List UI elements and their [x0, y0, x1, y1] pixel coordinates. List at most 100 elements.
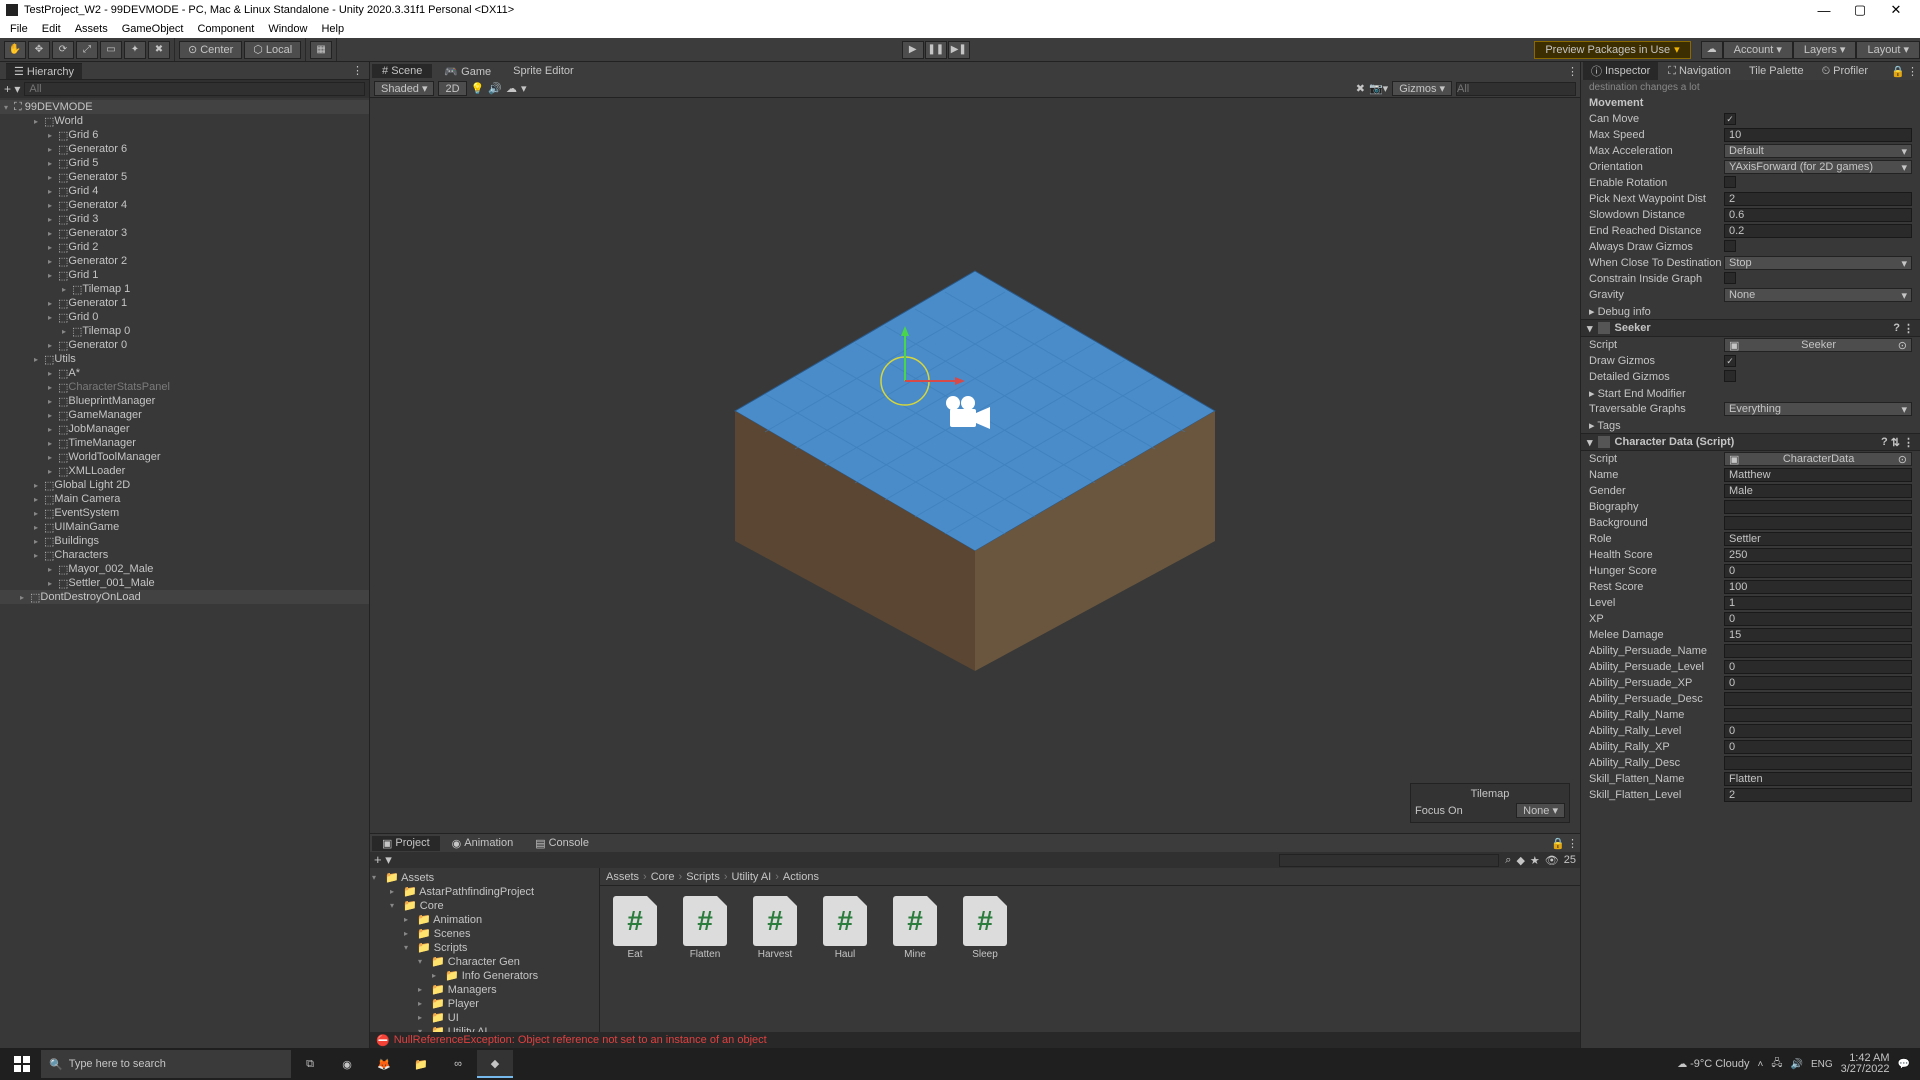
hierarchy-item[interactable]: ▸⬚ BlueprintManager	[0, 394, 369, 408]
hierarchy-scene[interactable]: ▾⛶ 99DEVMODE	[0, 100, 369, 114]
move-tool-button[interactable]: ✥	[28, 41, 50, 59]
layers-dropdown[interactable]: Layers ▾	[1793, 41, 1857, 59]
char-level-input[interactable]	[1724, 596, 1912, 610]
when-close-dropdown[interactable]: Stop▾	[1724, 256, 1912, 270]
menu-edit[interactable]: Edit	[36, 23, 67, 35]
tray-network-icon[interactable]: 🖧	[1771, 1056, 1782, 1073]
tab-scene[interactable]: # Scene	[372, 64, 432, 78]
detailed-gizmos-checkbox[interactable]	[1724, 370, 1736, 382]
gizmos-dropdown[interactable]: Gizmos ▾	[1392, 81, 1452, 96]
char-name-input[interactable]	[1724, 468, 1912, 482]
draw-gizmos-checkbox[interactable]: ✓	[1724, 355, 1736, 367]
apd-input[interactable]	[1724, 692, 1912, 706]
hierarchy-item[interactable]: ▸⬚ Generator 5	[0, 170, 369, 184]
hierarchy-search-input[interactable]	[24, 82, 365, 96]
taskbar-app-copilot[interactable]: ◉	[329, 1050, 365, 1078]
project-menu-icon[interactable]: ⋮	[1567, 837, 1578, 850]
hierarchy-item[interactable]: ▸⬚ TimeManager	[0, 436, 369, 450]
rect-tool-button[interactable]: ▭	[100, 41, 122, 59]
slowdown-input[interactable]	[1724, 208, 1912, 222]
hierarchy-item[interactable]: ▸⬚ CharacterStatsPanel	[0, 380, 369, 394]
hidden-packages-icon[interactable]: 👁	[1545, 854, 1559, 867]
hierarchy-item[interactable]: ▸⬚ XMLLoader	[0, 464, 369, 478]
scene-light-icon[interactable]: 💡	[471, 82, 485, 95]
hand-tool-button[interactable]: ✋	[4, 41, 26, 59]
inspector-lock-icon[interactable]: 🔒	[1891, 65, 1905, 78]
breadcrumb-item[interactable]: Core	[651, 871, 675, 883]
can-move-checkbox[interactable]: ✓	[1724, 113, 1736, 125]
project-folder[interactable]: ▾📁 Scripts	[372, 940, 597, 954]
step-button[interactable]: ▶❚	[948, 41, 970, 59]
breadcrumb-item[interactable]: Scripts	[686, 871, 720, 883]
hierarchy-item[interactable]: ▸⬚ Generator 3	[0, 226, 369, 240]
task-view-button[interactable]: ⧉	[292, 1050, 328, 1078]
project-folder[interactable]: ▸📁 Info Generators	[372, 968, 597, 982]
pivot-center-button[interactable]: ⊙Center	[179, 41, 242, 59]
shading-dropdown[interactable]: Shaded ▾	[374, 81, 434, 96]
hierarchy-item[interactable]: ▸⬚ Generator 0	[0, 338, 369, 352]
hierarchy-item[interactable]: ▸⬚ Tilemap 1	[0, 282, 369, 296]
arn-input[interactable]	[1724, 708, 1912, 722]
hierarchy-item[interactable]: ▸⬚ Grid 6	[0, 128, 369, 142]
tab-tile-palette[interactable]: Tile Palette	[1741, 64, 1812, 78]
apx-input[interactable]	[1724, 676, 1912, 690]
end-reached-input[interactable]	[1724, 224, 1912, 238]
hierarchy-item[interactable]: ▸⬚ UIMainGame	[0, 520, 369, 534]
taskbar-app-vs[interactable]: ∞	[440, 1050, 476, 1078]
tray-notifications-icon[interactable]: 💬	[1898, 1059, 1910, 1070]
hierarchy-item[interactable]: ▸⬚ Grid 4	[0, 184, 369, 198]
pivot-local-button[interactable]: ⬡Local	[244, 41, 301, 59]
minimize-button[interactable]: —	[1806, 3, 1842, 18]
char-health-input[interactable]	[1724, 548, 1912, 562]
hierarchy-item[interactable]: ▸⬚ Utils	[0, 352, 369, 366]
asset-item[interactable]: #Harvest	[750, 896, 800, 960]
scene-audio-icon[interactable]: 🔊	[488, 82, 502, 95]
orientation-dropdown[interactable]: YAxisForward (for 2D games)▾	[1724, 160, 1912, 174]
project-search-input[interactable]	[1279, 854, 1499, 867]
account-dropdown[interactable]: Account ▾	[1723, 41, 1793, 59]
preset-icon[interactable]: ⇅	[1891, 436, 1900, 449]
char-xp-input[interactable]	[1724, 612, 1912, 626]
asset-item[interactable]: #Sleep	[960, 896, 1010, 960]
breadcrumb-item[interactable]: Utility AI	[732, 871, 772, 883]
menu-window[interactable]: Window	[262, 23, 313, 35]
hierarchy-item[interactable]: ▸⬚ Generator 1	[0, 296, 369, 310]
hierarchy-item[interactable]: ▸⬚ Generator 2	[0, 254, 369, 268]
favorite-icon[interactable]: ★	[1530, 854, 1540, 867]
enable-rotation-checkbox[interactable]	[1724, 176, 1736, 188]
hierarchy-item[interactable]: ▸⬚ WorldToolManager	[0, 450, 369, 464]
hierarchy-item[interactable]: ▸⬚ DontDestroyOnLoad	[0, 590, 369, 604]
panel-menu-icon[interactable]: ⋮	[352, 64, 363, 77]
sfl-input[interactable]	[1724, 788, 1912, 802]
always-gizmos-checkbox[interactable]	[1724, 240, 1736, 252]
tab-profiler[interactable]: ⏲ Profiler	[1814, 64, 1876, 79]
hierarchy-item[interactable]: ▸⬚ Main Camera	[0, 492, 369, 506]
arx-input[interactable]	[1724, 740, 1912, 754]
status-bar[interactable]: ⛔ NullReferenceException: Object referen…	[370, 1032, 1580, 1048]
seeker-component-header[interactable]: ▾Seeker?⋮	[1581, 319, 1920, 337]
hierarchy-item[interactable]: ▸⬚ Global Light 2D	[0, 478, 369, 492]
hierarchy-item[interactable]: ▸⬚ Generator 4	[0, 198, 369, 212]
char-hunger-input[interactable]	[1724, 564, 1912, 578]
help-icon[interactable]: ?	[1893, 322, 1900, 335]
grid-snap-button[interactable]: ▦	[310, 41, 332, 59]
asset-grid[interactable]: #Eat#Flatten#Harvest#Haul#Mine#Sleep	[600, 886, 1580, 1032]
hierarchy-item[interactable]: ▸⬚ Grid 2	[0, 240, 369, 254]
project-folder[interactable]: ▾📁 Core	[372, 898, 597, 912]
hierarchy-tree[interactable]: ▾⛶ 99DEVMODE▸⬚ World▸⬚ Grid 6 ▸⬚ Generato…	[0, 98, 369, 1048]
tab-navigation[interactable]: ⛶ Navigation	[1660, 64, 1739, 79]
transform-tool-button[interactable]: ✦	[124, 41, 146, 59]
hierarchy-item[interactable]: ▸⬚ World	[0, 114, 369, 128]
hierarchy-item[interactable]: ▸⬚ EventSystem	[0, 506, 369, 520]
custom-tool-button[interactable]: ✖	[148, 41, 170, 59]
hierarchy-tab[interactable]: ☰ Hierarchy	[6, 63, 82, 79]
tab-inspector[interactable]: ⓘ Inspector	[1583, 62, 1658, 80]
char-gender-input[interactable]	[1724, 484, 1912, 498]
component-menu-icon[interactable]: ⋮	[1903, 322, 1914, 335]
apn-input[interactable]	[1724, 644, 1912, 658]
taskbar-app-firefox[interactable]: 🦊	[366, 1050, 402, 1078]
asset-item[interactable]: #Flatten	[680, 896, 730, 960]
scene-camera-icon[interactable]: ✖	[1356, 82, 1365, 95]
seeker-script-field[interactable]: ▣ Seeker⊙	[1724, 338, 1912, 352]
help-icon[interactable]: ?	[1881, 436, 1888, 449]
